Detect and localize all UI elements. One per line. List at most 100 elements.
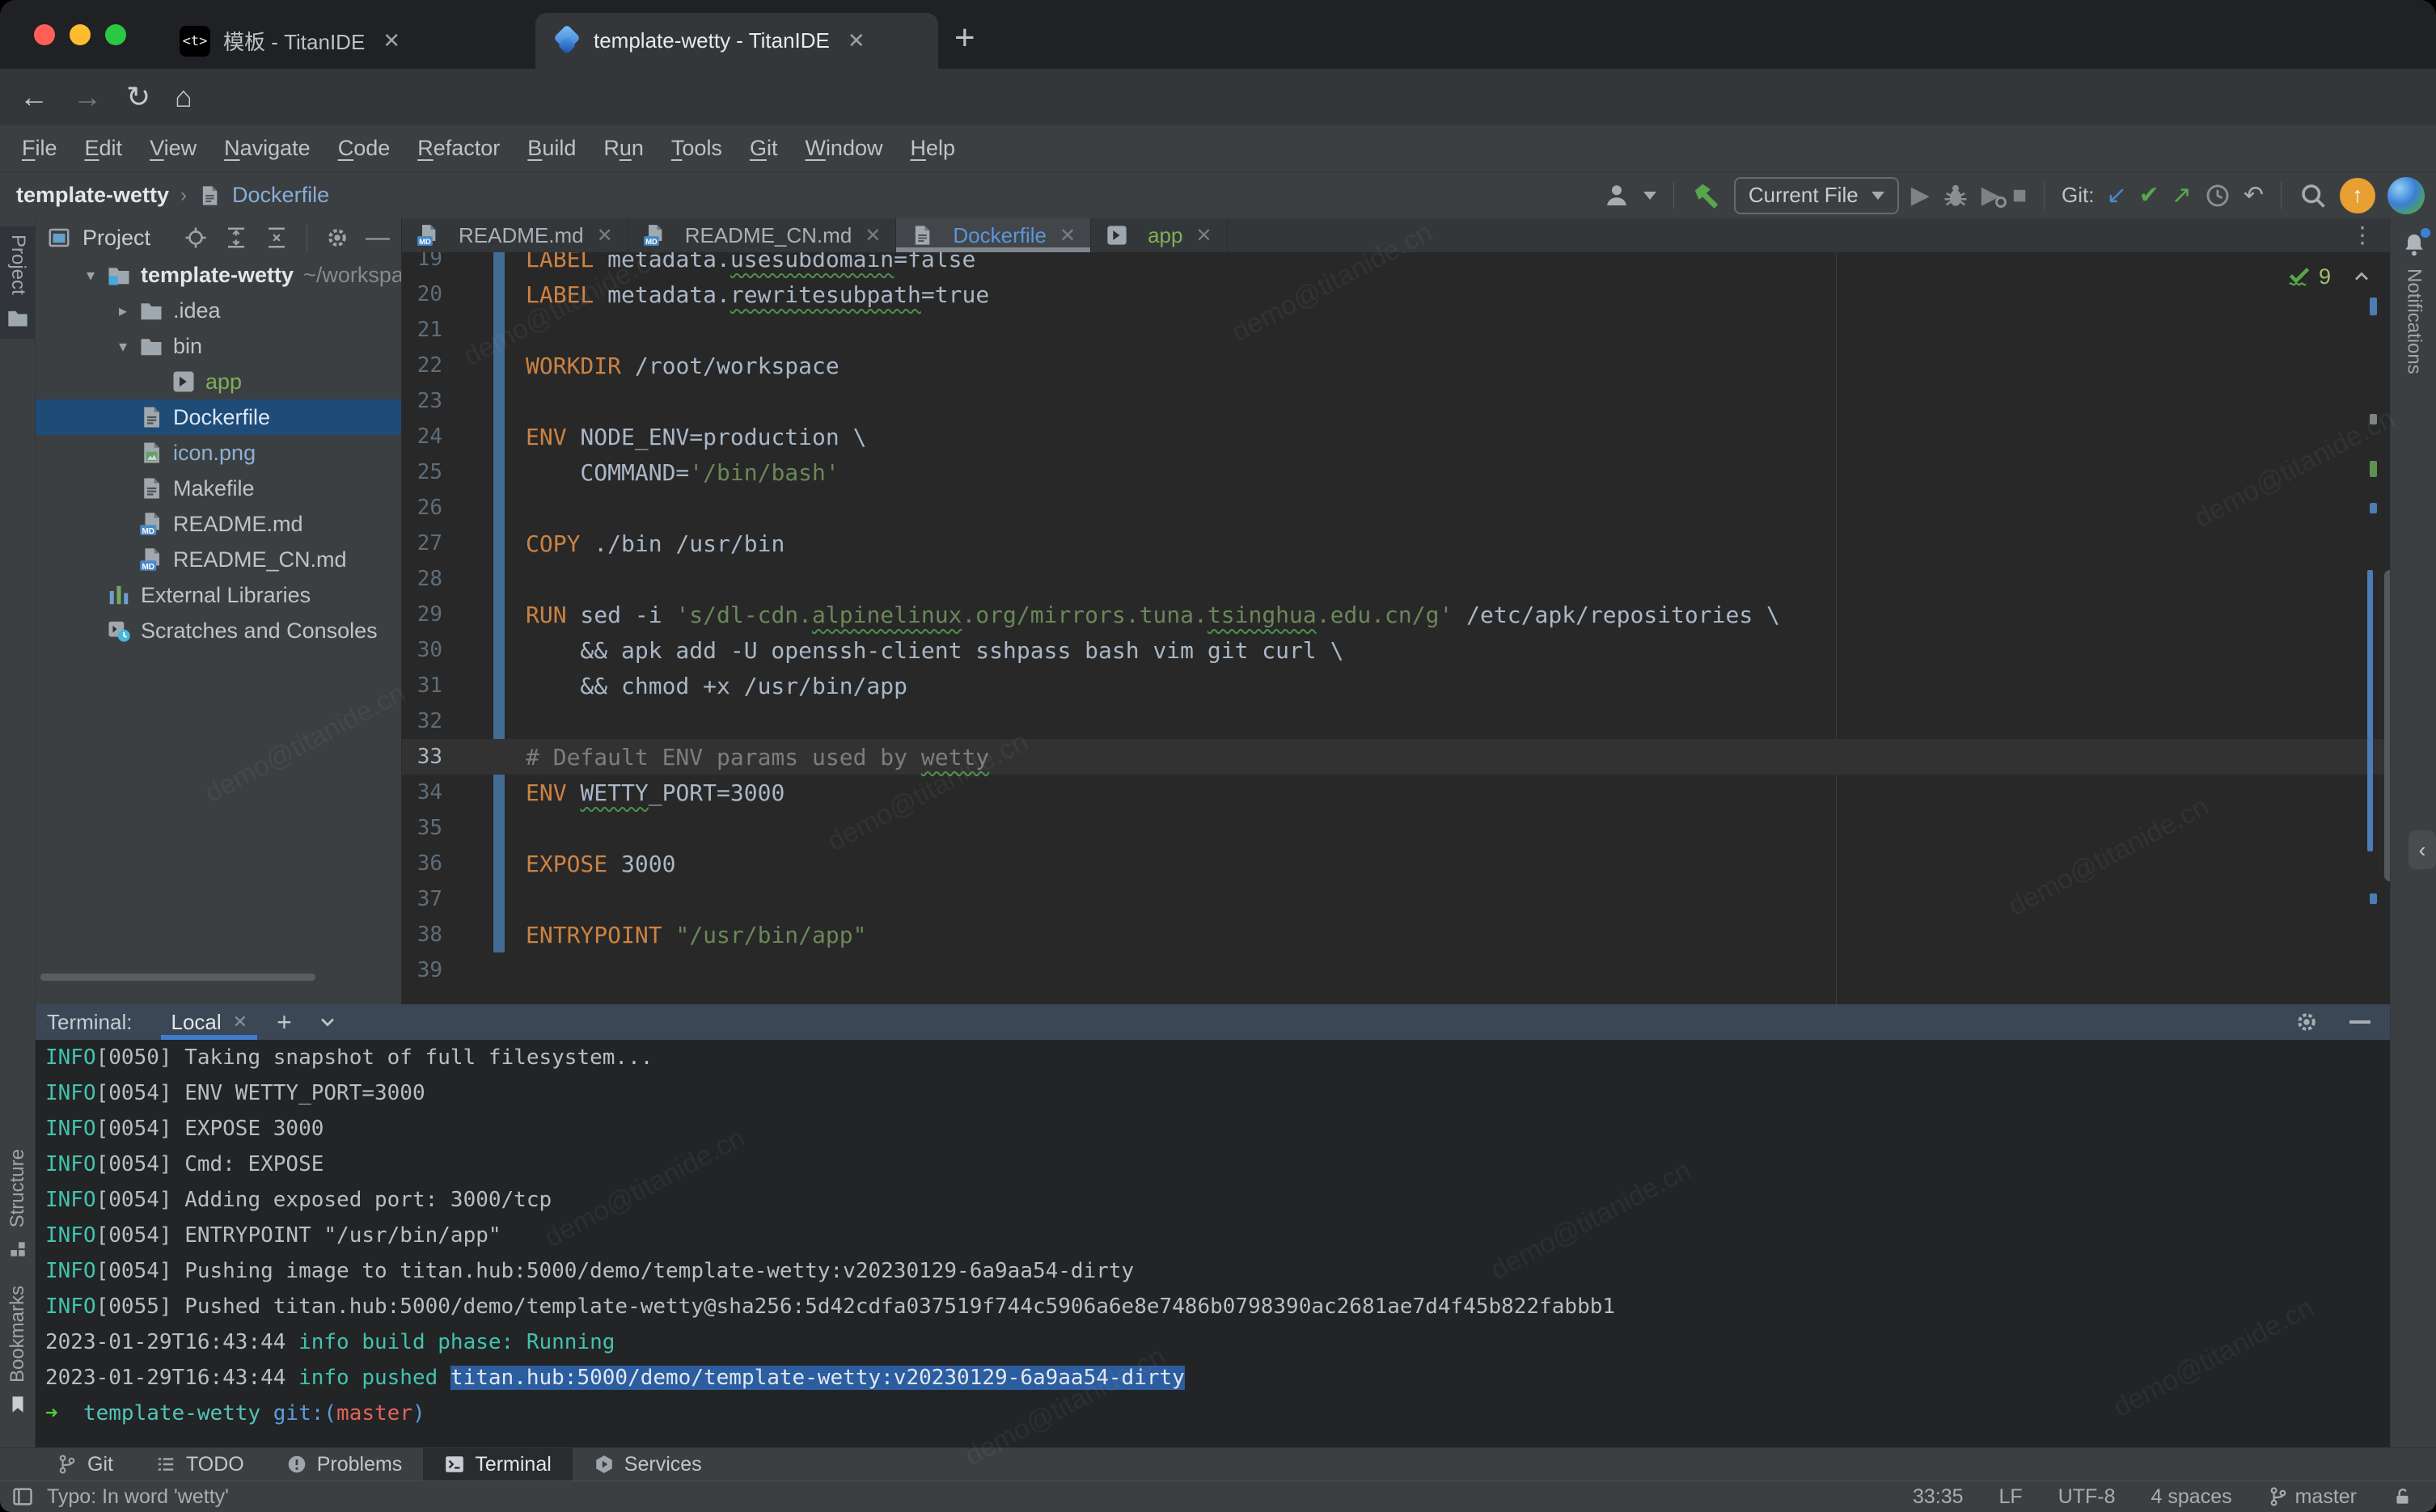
toolwindow-git[interactable]: Git — [36, 1448, 134, 1480]
toolwindow-services[interactable]: Services — [573, 1448, 723, 1480]
status-4-spaces[interactable]: 4 spaces — [2151, 1485, 2232, 1509]
back-icon[interactable]: ← — [19, 80, 49, 114]
browser-tab-inactive[interactable]: <t> 模板 - TitanIDE ✕ — [162, 13, 535, 69]
terminal-output[interactable]: INFO[0050] Taking snapshot of full files… — [36, 1040, 2390, 1447]
terminal-settings-gear-icon[interactable] — [2294, 1010, 2319, 1034]
menu-tools[interactable]: Tools — [658, 136, 736, 161]
toolwindow-todo[interactable]: TODO — [134, 1448, 265, 1480]
build-hammer-icon[interactable] — [1691, 180, 1722, 211]
menu-file[interactable]: File — [8, 136, 71, 161]
code-line-23[interactable]: 23 — [402, 383, 2390, 419]
menu-refactor[interactable]: Refactor — [404, 136, 514, 161]
minimize-window-button[interactable] — [70, 24, 91, 45]
toolwindow-terminal[interactable]: Terminal — [423, 1448, 572, 1480]
prev-problem-icon[interactable] — [2350, 265, 2373, 288]
zoom-window-button[interactable] — [105, 24, 126, 45]
code-line-33[interactable]: 33# Default ENV params used by wetty — [402, 739, 2390, 775]
tree-item-scratches-and-consoles[interactable]: Scratches and Consoles — [36, 613, 401, 648]
menu-navigate[interactable]: Navigate — [210, 136, 324, 161]
tree-item-makefile[interactable]: Makefile — [36, 471, 401, 506]
editor-body[interactable]: 19LABEL metadata.usesubdomain=false20LAB… — [402, 252, 2390, 1004]
editor-tab-dockerfile[interactable]: Dockerfile✕ — [896, 218, 1091, 252]
status-utf-8[interactable]: UTF-8 — [2058, 1485, 2116, 1509]
code-line-19[interactable]: 19LABEL metadata.usesubdomain=false — [402, 252, 2390, 277]
structure-stripe-label[interactable]: Structure — [6, 1149, 29, 1227]
menu-run[interactable]: Run — [590, 136, 658, 161]
chevron-down-icon[interactable]: ▾ — [74, 265, 107, 285]
code-line-30[interactable]: 30 && apk add -U openssh-client sshpass … — [402, 632, 2390, 668]
code-line-32[interactable]: 32 — [402, 703, 2390, 739]
editor-tab-app[interactable]: app✕ — [1091, 218, 1228, 252]
structure-icon[interactable] — [7, 1239, 28, 1260]
code-line-34[interactable]: 34ENV WETTY_PORT=3000 — [402, 775, 2390, 810]
collapse-panel-button[interactable]: ‹ — [2409, 830, 2436, 869]
expand-all-icon[interactable] — [224, 226, 248, 250]
run-config-select[interactable]: Current File — [1734, 177, 1899, 214]
git-branch-widget[interactable]: master — [2268, 1485, 2357, 1509]
error-stripe-mark[interactable] — [2370, 298, 2377, 315]
toolwindow-problems[interactable]: Problems — [265, 1448, 424, 1480]
coverage-icon[interactable]: ▶ — [1981, 181, 2000, 209]
ide-gradient-icon[interactable] — [2387, 177, 2425, 214]
code-line-20[interactable]: 20LABEL metadata.rewritesubpath=true — [402, 277, 2390, 312]
user-icon[interactable] — [1602, 181, 1631, 210]
tree-item-readme-cn-md[interactable]: README_CN.md — [36, 542, 401, 577]
code-line-29[interactable]: 29RUN sed -i 's/dl-cdn.alpinelinux.org/m… — [402, 597, 2390, 632]
run-icon[interactable]: ▶ — [1911, 181, 1930, 209]
locate-icon[interactable] — [184, 226, 208, 250]
tree-item-readme-md[interactable]: README.md — [36, 506, 401, 542]
close-window-button[interactable] — [34, 24, 55, 45]
editor-tabs-menu-icon[interactable]: ⋮ — [2351, 222, 2374, 248]
close-icon[interactable]: ✕ — [233, 1012, 247, 1033]
forward-icon[interactable]: → — [73, 80, 102, 114]
code-line-35[interactable]: 35 — [402, 810, 2390, 846]
notifications-bell-icon[interactable] — [2401, 231, 2427, 257]
search-icon[interactable] — [2299, 181, 2328, 210]
code-line-38[interactable]: 38ENTRYPOINT "/usr/bin/app" — [402, 917, 2390, 952]
code-line-39[interactable]: 39 — [402, 952, 2390, 988]
hide-panel-icon[interactable]: — — [366, 224, 390, 251]
tree-item-external-libraries[interactable]: External Libraries — [36, 577, 401, 613]
new-terminal-icon[interactable]: + — [277, 1007, 292, 1037]
close-tab-icon[interactable]: ✕ — [865, 224, 881, 247]
reload-icon[interactable]: ↻ — [126, 80, 150, 114]
menu-code[interactable]: Code — [324, 136, 404, 161]
rollback-icon[interactable]: ↶ — [2244, 181, 2264, 209]
terminal-dropdown-icon[interactable] — [316, 1011, 339, 1033]
debug-bug-icon[interactable] — [1942, 182, 1969, 209]
tree-item-bin[interactable]: ▾bin — [36, 328, 401, 364]
code-line-25[interactable]: 25 COMMAND='/bin/bash' — [402, 454, 2390, 490]
editor-tab-readme-md[interactable]: README.md✕ — [402, 218, 628, 252]
error-stripe-mark[interactable] — [2370, 893, 2377, 904]
lock-open-icon[interactable] — [2392, 1486, 2413, 1507]
close-tab-icon[interactable]: ✕ — [378, 28, 405, 53]
home-icon[interactable]: ⌂ — [175, 80, 192, 114]
horizontal-scrollbar[interactable] — [40, 974, 315, 981]
code-line-36[interactable]: 36EXPOSE 3000 — [402, 846, 2390, 881]
error-stripe-mark[interactable] — [2370, 503, 2377, 513]
stop-icon[interactable]: ■ — [2012, 182, 2027, 209]
sidebar-item-project[interactable]: Project — [0, 226, 36, 339]
tree-item-dockerfile[interactable]: Dockerfile — [36, 399, 401, 435]
close-tab-icon[interactable]: ✕ — [1059, 224, 1076, 247]
tree-item-template-wetty[interactable]: ▾template-wetty~/workspace — [36, 257, 401, 293]
hide-terminal-icon[interactable] — [2349, 1020, 2370, 1024]
chevron-right-icon[interactable]: ▸ — [107, 301, 139, 321]
code-line-21[interactable]: 21 — [402, 312, 2390, 348]
bookmark-icon[interactable] — [7, 1394, 28, 1415]
gear-icon[interactable] — [325, 226, 349, 250]
error-stripe-mark[interactable] — [2370, 461, 2377, 477]
terminal-tab-local[interactable]: Local ✕ — [164, 1004, 254, 1040]
error-stripe-mark[interactable] — [2370, 414, 2377, 424]
close-tab-icon[interactable]: ✕ — [843, 28, 870, 53]
new-tab-button[interactable]: + — [954, 18, 975, 58]
close-tab-icon[interactable]: ✕ — [1195, 224, 1212, 247]
breadcrumb-file[interactable]: Dockerfile — [232, 183, 329, 208]
chevron-down-icon[interactable]: ▾ — [107, 336, 139, 357]
tree-item-app[interactable]: app — [36, 364, 401, 399]
code-line-31[interactable]: 31 && chmod +x /usr/bin/app — [402, 668, 2390, 703]
code-line-28[interactable]: 28 — [402, 561, 2390, 597]
update-available-icon[interactable]: ↑ — [2340, 178, 2375, 213]
notifications-stripe-label[interactable]: Notifications — [2403, 268, 2425, 374]
code-line-37[interactable]: 37 — [402, 881, 2390, 917]
